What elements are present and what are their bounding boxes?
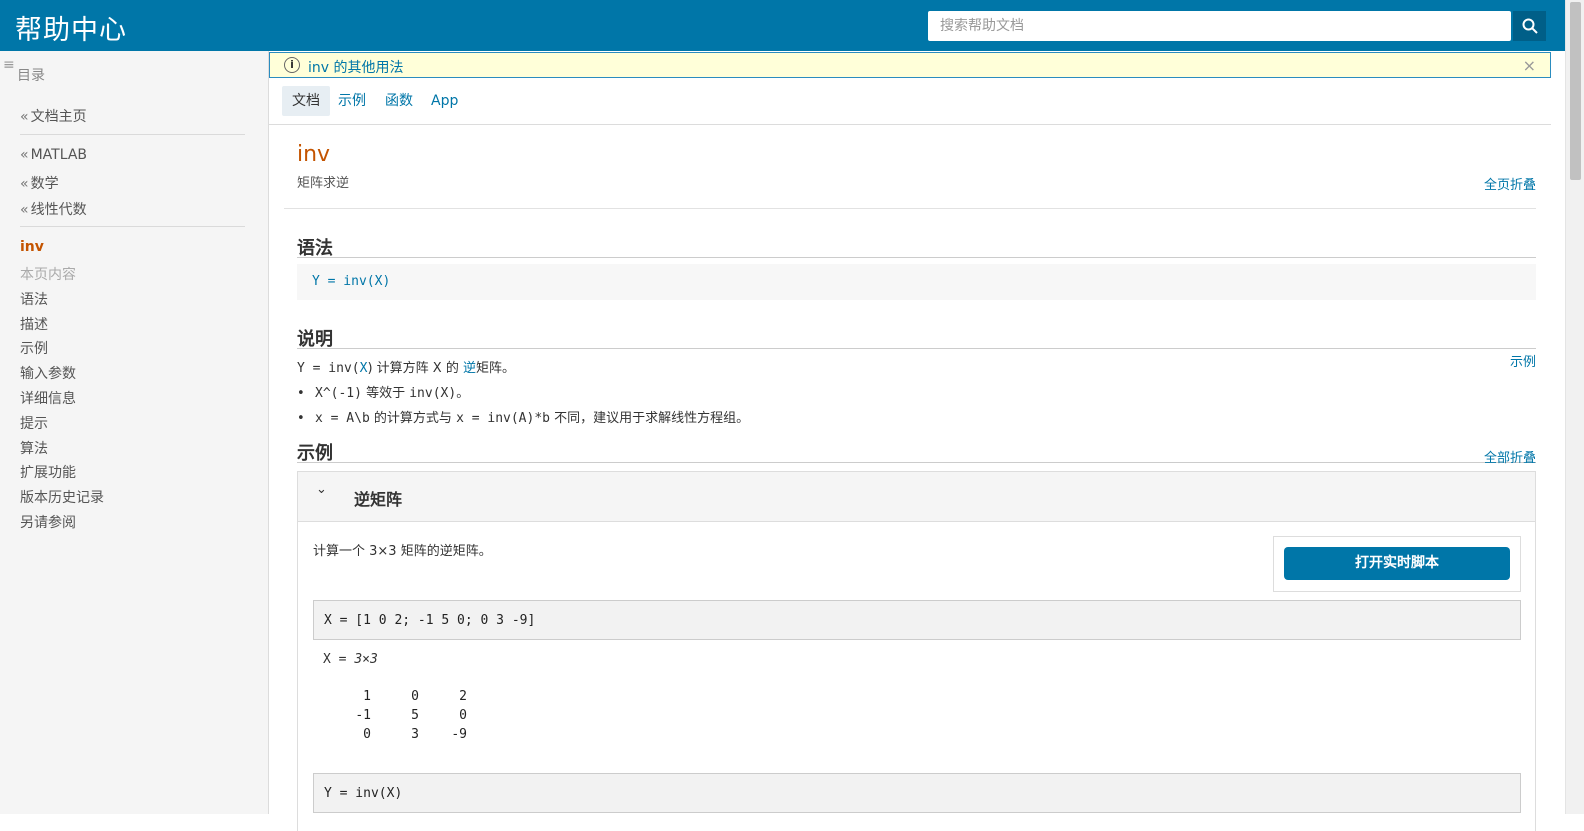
examples-side-link[interactable]: 示例 [1510, 351, 1536, 370]
heading-rule [297, 257, 1536, 258]
sidebar-divider [20, 226, 245, 227]
output-matrix: 1 0 2 -1 5 0 0 3 -9 [323, 689, 467, 746]
top-header: 帮助中心 [0, 0, 1584, 51]
search-icon [1522, 18, 1538, 34]
back-chevron-icon: « [20, 202, 29, 218]
main-content: inv 矩阵求逆 全页折叠 语法 Y = inv(X) 说明 示例 Y = in… [269, 126, 1551, 831]
description-bullet: • X^(-1) 等效于 inv(X)。 [297, 386, 470, 401]
page-scrollbar[interactable] [1565, 0, 1584, 814]
syntax-block: Y = inv(X) [297, 264, 1536, 300]
example-title: 逆矩阵 [354, 490, 403, 509]
matrix-cell: 3 [411, 727, 419, 742]
matrix-cell: 1 [363, 689, 371, 704]
matrix-row: 1 0 2 [323, 689, 467, 708]
sidebar-item-input-args[interactable]: 输入参数 [20, 363, 76, 383]
menu-icon[interactable]: ≡ [3, 57, 15, 73]
sidebar-item-version-history[interactable]: 版本历史记录 [20, 487, 104, 507]
sidebar-item-examples[interactable]: 示例 [20, 338, 48, 358]
example-description: 计算一个 3×3 矩阵的逆矩阵。 [313, 544, 492, 559]
sidebar-item-math[interactable]: «数学 [20, 173, 59, 193]
brand-title[interactable]: 帮助中心 [15, 8, 127, 47]
code-block: Y = inv(X) [313, 773, 1521, 813]
tab-apps[interactable]: App [421, 86, 468, 116]
toc-title: 目录 [17, 68, 45, 84]
code-line[interactable]: Y = inv(X) [324, 786, 402, 801]
tab-functions[interactable]: 函数 [375, 86, 423, 116]
search-input[interactable] [928, 11, 1511, 41]
sidebar-item-description[interactable]: 描述 [20, 314, 48, 334]
description-bullet: • x = A\b 的计算方式与 x = inv(A)*b 不同，建议用于求解线性… [297, 411, 750, 426]
matrix-cell: 0 [411, 689, 419, 704]
sidebar-item-details[interactable]: 详细信息 [20, 388, 76, 408]
matrix-cell: -1 [355, 708, 371, 723]
matrix-cell: -9 [451, 727, 467, 742]
sidebar-current-page[interactable]: inv [20, 239, 44, 255]
heading-rule [297, 462, 1536, 463]
tab-examples[interactable]: 示例 [328, 86, 376, 116]
inverse-link[interactable]: 逆 [463, 361, 476, 376]
open-live-script-button[interactable]: 打开实时脚本 [1284, 547, 1510, 580]
tab-documentation[interactable]: 文档 [282, 86, 330, 116]
page-purpose: 矩阵求逆 [297, 176, 350, 191]
collapse-page-link[interactable]: 全页折叠 [1484, 174, 1536, 193]
sidebar-item-matlab[interactable]: «MATLAB [20, 147, 87, 163]
sidebar-divider [20, 134, 245, 135]
search-box[interactable] [928, 11, 1511, 41]
back-chevron-icon: « [20, 176, 29, 192]
close-icon[interactable]: × [1523, 56, 1536, 75]
matrix-cell: 0 [459, 708, 467, 723]
sidebar-item-home[interactable]: «文档主页 [20, 106, 87, 126]
sidebar-item-syntax[interactable]: 语法 [20, 289, 48, 309]
code-line[interactable]: X = [1 0 2; -1 5 0; 0 3 -9] [324, 613, 535, 628]
sidebar-item-see-also[interactable]: 另请参阅 [20, 512, 76, 532]
sidebar-item-tips[interactable]: 提示 [20, 413, 48, 433]
matrix-cell: 5 [411, 708, 419, 723]
example-panel-header[interactable]: ⌄ 逆矩阵 [298, 472, 1535, 522]
example-panel: ⌄ 逆矩阵 计算一个 3×3 矩阵的逆矩阵。 打开实时脚本 X = [1 0 2… [297, 471, 1536, 831]
sidebar-item-linear-algebra[interactable]: «线性代数 [20, 199, 87, 219]
on-this-page-label: 本页内容 [20, 267, 76, 283]
description-line: Y = inv(X) 计算方阵 X 的 逆矩阵。 [297, 361, 515, 376]
tab-bar: 文档 示例 函数 App [269, 79, 1551, 125]
sidebar-item-extended[interactable]: 扩展功能 [20, 462, 76, 482]
live-script-box: 打开实时脚本 [1273, 536, 1521, 592]
sidebar: ≡ 目录 «文档主页 «MATLAB «数学 «线性代数 inv 本页内容 语法… [0, 51, 269, 814]
scrollbar-thumb[interactable] [1570, 2, 1581, 180]
title-divider [284, 208, 1536, 209]
other-uses-link[interactable]: inv 的其他用法 [308, 57, 404, 77]
matrix-row: 0 3 -9 [323, 727, 467, 746]
collapse-all-link[interactable]: 全部折叠 [1484, 447, 1536, 466]
back-chevron-icon: « [20, 147, 29, 163]
code-block: X = [1 0 2; -1 5 0; 0 3 -9] [313, 600, 1521, 640]
page-title: inv [297, 142, 331, 167]
matrix-row: -1 5 0 [323, 708, 467, 727]
heading-rule [297, 348, 1536, 349]
matrix-cell: 2 [459, 689, 467, 704]
search-button[interactable] [1513, 11, 1546, 41]
output-label: X = 3×3 [323, 652, 378, 667]
other-uses-banner: i inv 的其他用法 × [269, 52, 1551, 78]
matrix-cell: 0 [363, 727, 371, 742]
syntax-code[interactable]: Y = inv(X) [312, 274, 390, 289]
sidebar-item-algorithms[interactable]: 算法 [20, 438, 48, 458]
info-icon: i [284, 57, 300, 73]
chevron-down-icon: ⌄ [316, 482, 327, 497]
back-chevron-icon: « [20, 109, 29, 125]
